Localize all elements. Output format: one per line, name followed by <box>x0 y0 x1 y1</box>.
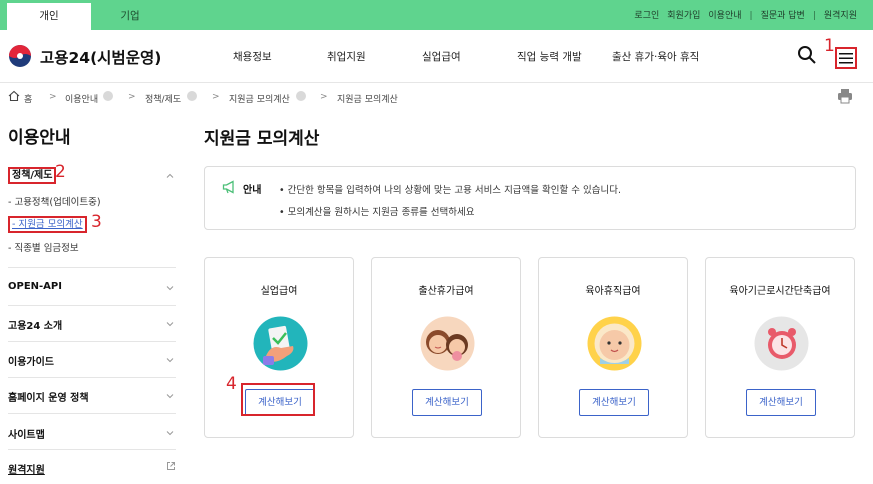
tab-personal[interactable]: 개인 <box>7 3 91 30</box>
page-title: 지원금 모의계산 <box>204 129 320 149</box>
header: 고용24(시범운영) 채용정보 취업지원 실업급여 직업 능력 개발 출산 휴가… <box>0 30 873 83</box>
hamburger-icon <box>839 53 853 64</box>
separator: | <box>749 11 753 21</box>
sidebar-item-site-policy[interactable]: 홈페이지 운영 정책 <box>8 389 89 404</box>
notice-line: • 간단한 항목을 입력하여 나의 상황에 맞는 고용 서비스 지급액을 확인할… <box>279 185 622 196</box>
divider <box>8 413 176 414</box>
divider <box>8 305 176 306</box>
card-title: 육아기근로시간단축급여 <box>729 286 831 297</box>
menu-button[interactable] <box>835 47 857 69</box>
breadcrumb: 홈 > 이용안내 > 정책/제도 > 지원금 모의계산 > 지원금 모의계산 <box>0 84 873 109</box>
nav-employment-support[interactable]: 취업지원 <box>327 49 366 64</box>
chevron-down-icon[interactable] <box>166 284 174 292</box>
site-brand[interactable]: 고용24(시범운영) <box>40 46 161 68</box>
card-title: 육아휴직급여 <box>585 286 641 297</box>
sidebar-item-sitemap[interactable]: 사이트맵 <box>8 426 45 441</box>
card-title: 출산휴가급여 <box>418 286 474 297</box>
sidebar-item-open-api[interactable]: OPEN-API <box>8 281 62 292</box>
breadcrumb-separator: > <box>49 92 57 102</box>
notice-label: 안내 <box>243 185 262 196</box>
breadcrumb-policy[interactable]: 정책/제도 <box>145 92 181 105</box>
calculate-button[interactable]: 계산해보기 <box>746 389 816 416</box>
divider <box>8 449 176 450</box>
divider <box>8 341 176 342</box>
highlight-box <box>241 383 315 416</box>
sidebar-subitem-wage-info[interactable]: - 직종별 임금정보 <box>8 240 79 254</box>
breadcrumb-home[interactable]: 홈 <box>24 92 32 105</box>
divider <box>8 267 176 268</box>
nav-jobs[interactable]: 채용정보 <box>233 49 272 64</box>
annotation-label-3: 3 <box>91 212 102 232</box>
dropdown-circle-icon[interactable] <box>103 91 113 101</box>
reduced-hours-benefit-icon <box>754 316 809 371</box>
sidebar-item-user-guide[interactable]: 이용가이드 <box>8 353 54 368</box>
dropdown-circle-icon[interactable] <box>296 91 306 101</box>
sidebar-item-policy[interactable]: 정책/제도 <box>8 166 57 184</box>
breadcrumb-current: 지원금 모의계산 <box>337 95 398 105</box>
nav-unemployment-benefit[interactable]: 실업급여 <box>422 49 461 64</box>
parental-leave-benefit-icon <box>587 316 642 371</box>
chevron-up-icon[interactable] <box>166 172 174 180</box>
card-title: 실업급여 <box>260 286 298 297</box>
tab-business[interactable]: 기업 <box>91 3 169 30</box>
card-reduced-hours-benefit: 육아기근로시간단축급여 계산해보기 <box>705 257 855 438</box>
chevron-down-icon[interactable] <box>166 320 174 328</box>
home-icon[interactable] <box>8 90 20 102</box>
breadcrumb-separator: > <box>212 92 220 102</box>
notice-line: • 모의계산을 원하시는 지원금 종류를 선택하세요 <box>279 207 475 218</box>
external-link-icon[interactable] <box>166 461 176 471</box>
remote-support-link[interactable]: 원격지원 <box>824 0 857 30</box>
chevron-down-icon[interactable] <box>166 392 174 400</box>
nav-parental-leave[interactable]: 출산 휴가·육아 휴직 <box>612 49 699 64</box>
logo-icon[interactable] <box>8 44 32 68</box>
top-bar: 개인 기업 로그인 회원가입 이용안내 | 질문과 답변 | 원격지원 <box>0 0 873 30</box>
card-maternity-benefit: 출산휴가급여 계산해보기 <box>371 257 521 438</box>
sidebar-subitem-label: - 지원금 모의계산 <box>8 216 87 233</box>
breadcrumb-subsidy-calc[interactable]: 지원금 모의계산 <box>229 92 290 105</box>
unemployment-benefit-icon <box>253 316 308 371</box>
annotation-label-1: 1 <box>824 36 835 56</box>
calculate-button[interactable]: 계산해보기 <box>412 389 482 416</box>
guide-link[interactable]: 이용안내 <box>708 0 741 30</box>
login-link[interactable]: 로그인 <box>634 0 659 30</box>
divider <box>8 377 176 378</box>
sidebar-subitem-employment-policy[interactable]: - 고용정책(업데이트중) <box>8 194 101 208</box>
separator: | <box>812 11 816 21</box>
chevron-down-icon[interactable] <box>166 356 174 364</box>
card-parental-leave-benefit: 육아휴직급여 계산해보기 <box>538 257 688 438</box>
nav-vocational-training[interactable]: 직업 능력 개발 <box>517 49 582 64</box>
maternity-benefit-icon <box>420 316 475 371</box>
qna-link[interactable]: 질문과 답변 <box>761 0 805 30</box>
chevron-down-icon[interactable] <box>166 429 174 437</box>
sidebar-title: 이용안내 <box>8 128 71 148</box>
utility-links: 로그인 회원가입 이용안내 | 질문과 답변 | 원격지원 <box>634 0 857 30</box>
sidebar-subitem-subsidy-calc[interactable]: - 지원금 모의계산 <box>8 216 87 233</box>
breadcrumb-separator: > <box>128 92 136 102</box>
annotation-label-2: 2 <box>55 162 66 182</box>
print-icon[interactable] <box>837 88 853 104</box>
sidebar-item-about[interactable]: 고용24 소개 <box>8 317 62 332</box>
signup-link[interactable]: 회원가입 <box>667 0 700 30</box>
search-icon[interactable] <box>797 45 817 65</box>
calculate-button[interactable]: 계산해보기 <box>579 389 649 416</box>
notice-box: 안내 • 간단한 항목을 입력하여 나의 상황에 맞는 고용 서비스 지급액을 … <box>204 166 856 230</box>
breadcrumb-guide[interactable]: 이용안내 <box>65 92 98 105</box>
sidebar-item-remote-support[interactable]: 원격지원 <box>8 461 45 476</box>
annotation-label-4: 4 <box>226 374 237 394</box>
megaphone-icon <box>222 180 234 194</box>
dropdown-circle-icon[interactable] <box>187 91 197 101</box>
sidebar-item-label: 정책/제도 <box>8 167 57 184</box>
breadcrumb-separator: > <box>320 92 328 102</box>
